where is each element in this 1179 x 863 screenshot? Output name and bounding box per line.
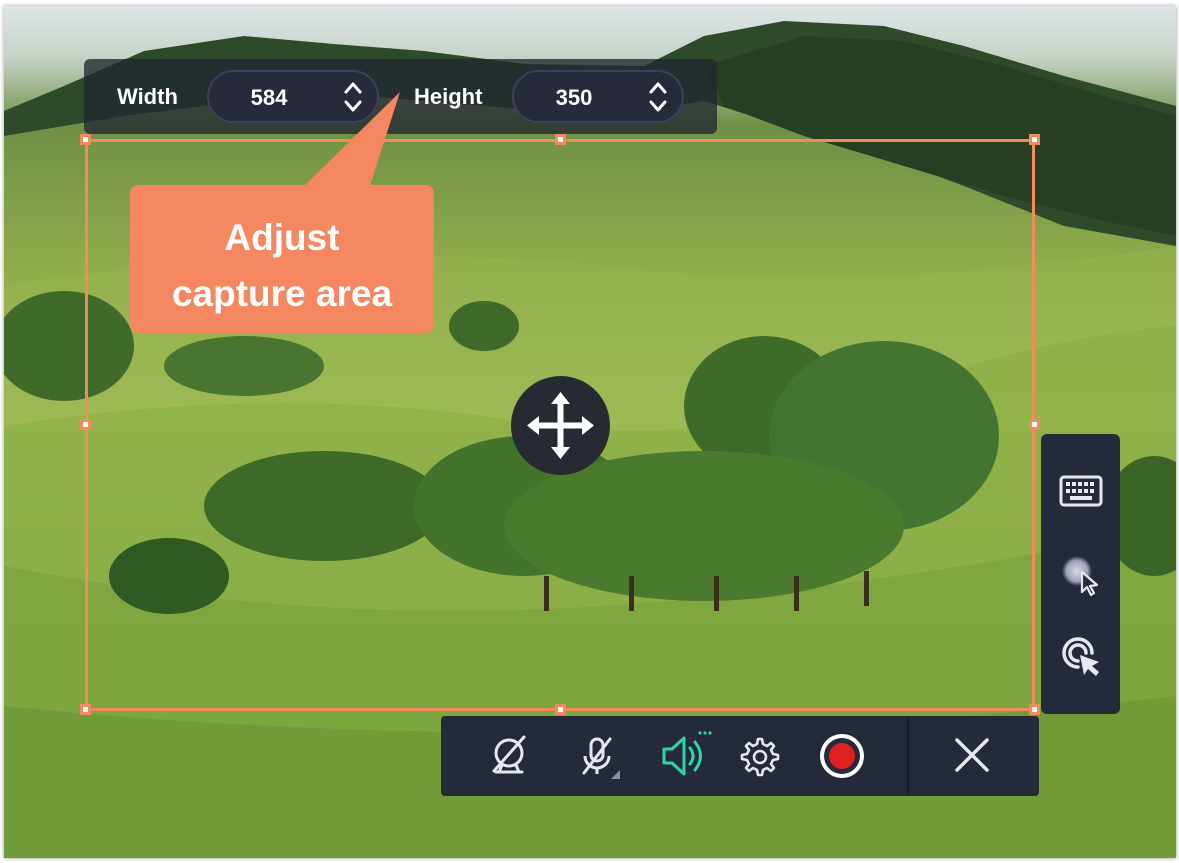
settings-icon	[740, 737, 780, 777]
click-effect-button[interactable]	[1056, 631, 1106, 681]
width-spinbox[interactable]: 584	[207, 70, 379, 123]
resize-handle-top[interactable]	[555, 134, 566, 145]
height-value[interactable]: 350	[514, 85, 634, 111]
toolbar-divider	[907, 716, 909, 796]
close-button[interactable]	[948, 731, 998, 781]
system-audio-toggle-button[interactable]	[658, 731, 712, 781]
keyboard-icon	[1059, 475, 1103, 507]
webcam-off-icon	[492, 735, 526, 774]
microphone-toggle-button[interactable]	[572, 731, 622, 781]
cursor-highlight-icon	[1062, 556, 1099, 597]
resize-handle-bottom[interactable]	[555, 704, 566, 715]
move-button[interactable]	[511, 376, 610, 475]
callout-line-1: Adjust	[224, 217, 340, 258]
resize-handle-bottom-right[interactable]	[1029, 704, 1040, 715]
click-effect-icon	[1062, 637, 1099, 676]
settings-button[interactable]	[733, 731, 783, 781]
width-stepper-icon[interactable]	[343, 80, 363, 114]
webcam-toggle-button[interactable]	[484, 731, 534, 781]
cursor-highlight-button[interactable]	[1056, 550, 1106, 600]
record-icon	[820, 734, 864, 778]
height-stepper-icon[interactable]	[648, 80, 668, 114]
microphone-off-icon	[582, 737, 620, 779]
keyboard-button[interactable]	[1056, 466, 1106, 516]
height-label: Height	[414, 84, 483, 109]
resize-handle-bottom-left[interactable]	[80, 704, 91, 715]
resize-handle-left[interactable]	[80, 419, 91, 430]
system-audio-icon	[662, 731, 712, 776]
move-arrows-icon	[527, 392, 594, 459]
callout-line-2: capture area	[171, 273, 393, 314]
callout-text: Adjust capture area	[130, 210, 434, 322]
width-value[interactable]: 584	[209, 85, 329, 111]
height-spinbox[interactable]: 350	[512, 70, 684, 123]
resize-handle-top-left[interactable]	[80, 134, 91, 145]
resize-handle-top-right[interactable]	[1029, 134, 1040, 145]
width-label: Width	[117, 84, 178, 109]
close-icon	[955, 738, 989, 772]
resize-handle-right[interactable]	[1029, 419, 1040, 430]
record-button[interactable]	[817, 731, 867, 781]
